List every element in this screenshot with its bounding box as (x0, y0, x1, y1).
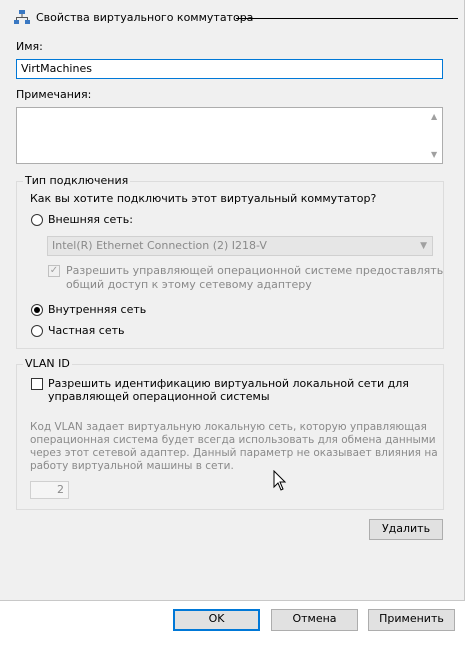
name-input[interactable]: VirtMachines (16, 59, 443, 79)
vlan-enable-label-1[interactable]: Разрешить идентификацию виртуальной лока… (48, 377, 409, 390)
external-network-label[interactable]: Внешняя сеть: (48, 213, 133, 226)
apply-button[interactable]: Применить (368, 609, 455, 631)
vlan-description-line: операционная система будет всегда исполь… (30, 434, 436, 446)
connection-type-title: Тип подключения (23, 174, 131, 187)
connection-question: Как вы хотите подключить этот виртуальны… (30, 192, 377, 205)
internal-network-label[interactable]: Внутренняя сеть (48, 303, 146, 316)
share-adapter-checkbox[interactable]: ✓ (48, 265, 60, 277)
share-adapter-label-1: Разрешить управляющей операционной систе… (66, 264, 444, 277)
section-title: Свойства виртуального коммутатора (36, 11, 254, 24)
scroll-up-icon[interactable]: ▲ (431, 112, 437, 121)
vlan-description-line: работу виртуальной машины в сети. (30, 460, 234, 472)
ok-button[interactable]: OK (173, 609, 260, 631)
private-network-label[interactable]: Частная сеть (48, 324, 125, 337)
network-adapter-value: Intel(R) Ethernet Connection (2) I218-V (52, 239, 267, 252)
notes-label: Примечания: (16, 88, 92, 101)
internal-network-radio[interactable] (31, 304, 43, 316)
vlan-enable-label-2[interactable]: управляющей операционной системы (48, 390, 270, 403)
network-adapter-select[interactable]: Intel(R) Ethernet Connection (2) I218-V … (47, 236, 433, 256)
scroll-down-icon[interactable]: ▼ (431, 150, 437, 159)
section-divider (236, 18, 458, 19)
remove-button[interactable]: Удалить (369, 519, 443, 540)
vlan-enable-checkbox[interactable] (31, 378, 43, 390)
share-adapter-label-2: общий доступ к этому сетевому адаптеру (66, 278, 312, 291)
mouse-cursor-icon (273, 470, 287, 491)
vlan-description-line: через этот сетевой адаптер. Данный парам… (30, 447, 438, 459)
cancel-button[interactable]: Отмена (271, 609, 358, 631)
network-switch-icon (14, 10, 30, 24)
private-network-radio[interactable] (31, 325, 43, 337)
chevron-down-icon: ▼ (420, 241, 427, 251)
notes-textarea[interactable]: ▲ ▼ (16, 107, 443, 164)
name-label: Имя: (16, 40, 43, 53)
notes-scrollbar[interactable]: ▲ ▼ (428, 108, 442, 163)
vlan-description-line: Код VLAN задает виртуальную локальную се… (30, 421, 427, 433)
vlan-id-input[interactable]: 2 (30, 481, 69, 499)
external-network-radio[interactable] (31, 214, 43, 226)
vlan-group-title: VLAN ID (23, 357, 72, 370)
